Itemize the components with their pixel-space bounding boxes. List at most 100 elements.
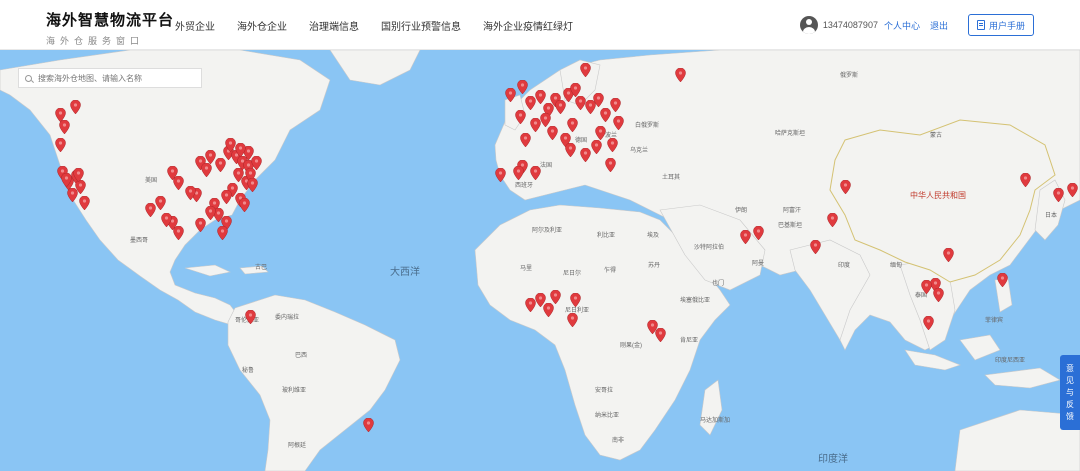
country-label: 印度 bbox=[838, 263, 851, 269]
map-pin-icon[interactable] bbox=[530, 166, 541, 180]
map-pin-icon[interactable] bbox=[1020, 173, 1031, 187]
map-pin-icon[interactable] bbox=[215, 158, 226, 172]
map-pin-icon[interactable] bbox=[201, 163, 212, 177]
brand-logo[interactable]: 海外智慧物流平台 海外仓服务窗口 bbox=[46, 9, 174, 47]
map-pin-icon[interactable] bbox=[173, 226, 184, 240]
country-label: 马里 bbox=[520, 266, 533, 272]
country-label: 美国 bbox=[145, 178, 158, 184]
profile-link[interactable]: 个人中心 bbox=[884, 19, 920, 32]
country-label: 古巴 bbox=[255, 265, 268, 271]
map-pin-icon[interactable] bbox=[567, 118, 578, 132]
user-phone: 13474087907 bbox=[822, 20, 878, 30]
map-pin-icon[interactable] bbox=[205, 206, 216, 220]
nav-item-overseas-warehouse[interactable]: 海外仓企业 bbox=[237, 18, 287, 33]
map-pin-icon[interactable] bbox=[67, 188, 78, 202]
map-pin-icon[interactable] bbox=[943, 248, 954, 262]
country-label: 乌克兰 bbox=[630, 148, 649, 154]
map-pin-icon[interactable] bbox=[73, 168, 84, 182]
map-pin-icon[interactable] bbox=[567, 313, 578, 327]
map-pin-icon[interactable] bbox=[610, 98, 621, 112]
map-pin-icon[interactable] bbox=[1053, 188, 1064, 202]
map-pin-icon[interactable] bbox=[595, 126, 606, 140]
map-pin-icon[interactable] bbox=[565, 143, 576, 157]
indian-ocean-label: 印度洋 bbox=[818, 454, 848, 465]
country-label: 阿曼 bbox=[752, 261, 765, 267]
nav-item-governance[interactable]: 治理端信息 bbox=[309, 18, 359, 33]
map-pin-icon[interactable] bbox=[740, 230, 751, 244]
country-label: 巴西 bbox=[295, 353, 308, 359]
map-pin-icon[interactable] bbox=[505, 88, 516, 102]
map-pin-icon[interactable] bbox=[513, 166, 524, 180]
map-pin-icon[interactable] bbox=[55, 138, 66, 152]
map-pin-icon[interactable] bbox=[70, 100, 81, 114]
map-pin-icon[interactable] bbox=[613, 116, 624, 130]
map-pin-icon[interactable] bbox=[61, 173, 72, 187]
map-pin-icon[interactable] bbox=[517, 80, 528, 94]
map-pin-icon[interactable] bbox=[605, 158, 616, 172]
country-label: 巴基斯坦 bbox=[778, 223, 803, 229]
country-label: 蒙古 bbox=[930, 133, 943, 139]
user-area: 13474087907 个人中心 退出 用户手册 bbox=[799, 0, 1034, 50]
map-pin-icon[interactable] bbox=[591, 140, 602, 154]
map-pin-icon[interactable] bbox=[363, 418, 374, 432]
map-pin-icon[interactable] bbox=[550, 290, 561, 304]
map-pin-icon[interactable] bbox=[607, 138, 618, 152]
map-pin-icon[interactable] bbox=[580, 63, 591, 77]
map-pin-icon[interactable] bbox=[245, 310, 256, 324]
map-pin-icon[interactable] bbox=[997, 273, 1008, 287]
map-pin-icon[interactable] bbox=[810, 240, 821, 254]
map-pin-icon[interactable] bbox=[933, 288, 944, 302]
map-pin-icon[interactable] bbox=[921, 280, 932, 294]
map-pin-icon[interactable] bbox=[247, 178, 258, 192]
country-label: 白俄罗斯 bbox=[635, 123, 660, 129]
map-pin-icon[interactable] bbox=[840, 180, 851, 194]
map-pin-icon[interactable] bbox=[593, 93, 604, 107]
map-pin-icon[interactable] bbox=[79, 196, 90, 210]
map-pin-icon[interactable] bbox=[540, 113, 551, 127]
country-label: 阿尔及利亚 bbox=[532, 228, 563, 234]
map-pin-icon[interactable] bbox=[185, 186, 196, 200]
map-pin-icon[interactable] bbox=[547, 126, 558, 140]
brand-title: 海外智慧物流平台 bbox=[46, 12, 175, 29]
map-pin-icon[interactable] bbox=[675, 68, 686, 82]
map-pin-icon[interactable] bbox=[923, 316, 934, 330]
map-pin-icon[interactable] bbox=[239, 198, 250, 212]
map-pin-icon[interactable] bbox=[225, 138, 236, 152]
map-pin-icon[interactable] bbox=[827, 213, 838, 227]
map-pin-icon[interactable] bbox=[753, 226, 764, 240]
map-pin-icon[interactable] bbox=[580, 148, 591, 162]
book-icon bbox=[976, 20, 985, 30]
map-pin-icon[interactable] bbox=[155, 196, 166, 210]
user-manual-label: 用户手册 bbox=[988, 20, 1025, 31]
feedback-button[interactable]: 意 见 与 反 馈 bbox=[1060, 355, 1080, 430]
map-pin-icon[interactable] bbox=[570, 293, 581, 307]
country-label: 刚果(金) bbox=[620, 343, 642, 349]
nav-item-country-warnings[interactable]: 国别行业预警信息 bbox=[381, 18, 461, 33]
country-label: 纳米比亚 bbox=[595, 413, 620, 419]
nav-item-epidemic-lights[interactable]: 海外企业疫情红绿灯 bbox=[483, 18, 573, 33]
map-pin-icon[interactable] bbox=[217, 226, 228, 240]
map-pin-icon[interactable] bbox=[1067, 183, 1078, 197]
map-pin-icon[interactable] bbox=[515, 110, 526, 124]
country-label: 南非 bbox=[612, 438, 625, 444]
map-pin-icon[interactable] bbox=[520, 133, 531, 147]
map-pin-icon[interactable] bbox=[535, 90, 546, 104]
avatar-icon[interactable] bbox=[799, 16, 818, 34]
world-map[interactable]: 大西洋 印度洋 中华人民共和国 蒙古 哈萨克斯坦 俄罗斯 土耳其 伊朗 沙特阿拉… bbox=[0, 50, 1080, 471]
map-pin-icon[interactable] bbox=[655, 328, 666, 342]
map-pin-icon[interactable] bbox=[543, 303, 554, 317]
map-pin-icon[interactable] bbox=[173, 176, 184, 190]
map-pin-icon[interactable] bbox=[59, 120, 70, 134]
user-manual-button[interactable]: 用户手册 bbox=[967, 14, 1034, 36]
map-pin-icon[interactable] bbox=[495, 168, 506, 182]
map-pin-icon[interactable] bbox=[161, 213, 172, 227]
nav-item-foreign-trade[interactable]: 外贸企业 bbox=[175, 18, 215, 33]
map-pin-icon[interactable] bbox=[195, 218, 206, 232]
map-pin-icon[interactable] bbox=[221, 190, 232, 204]
map-pin-icon[interactable] bbox=[235, 143, 246, 157]
search-input[interactable] bbox=[38, 73, 198, 83]
map-search-box[interactable] bbox=[18, 68, 202, 88]
map-pin-icon[interactable] bbox=[555, 100, 566, 114]
logout-link[interactable]: 退出 bbox=[930, 19, 948, 32]
map-pin-icon[interactable] bbox=[570, 83, 581, 97]
